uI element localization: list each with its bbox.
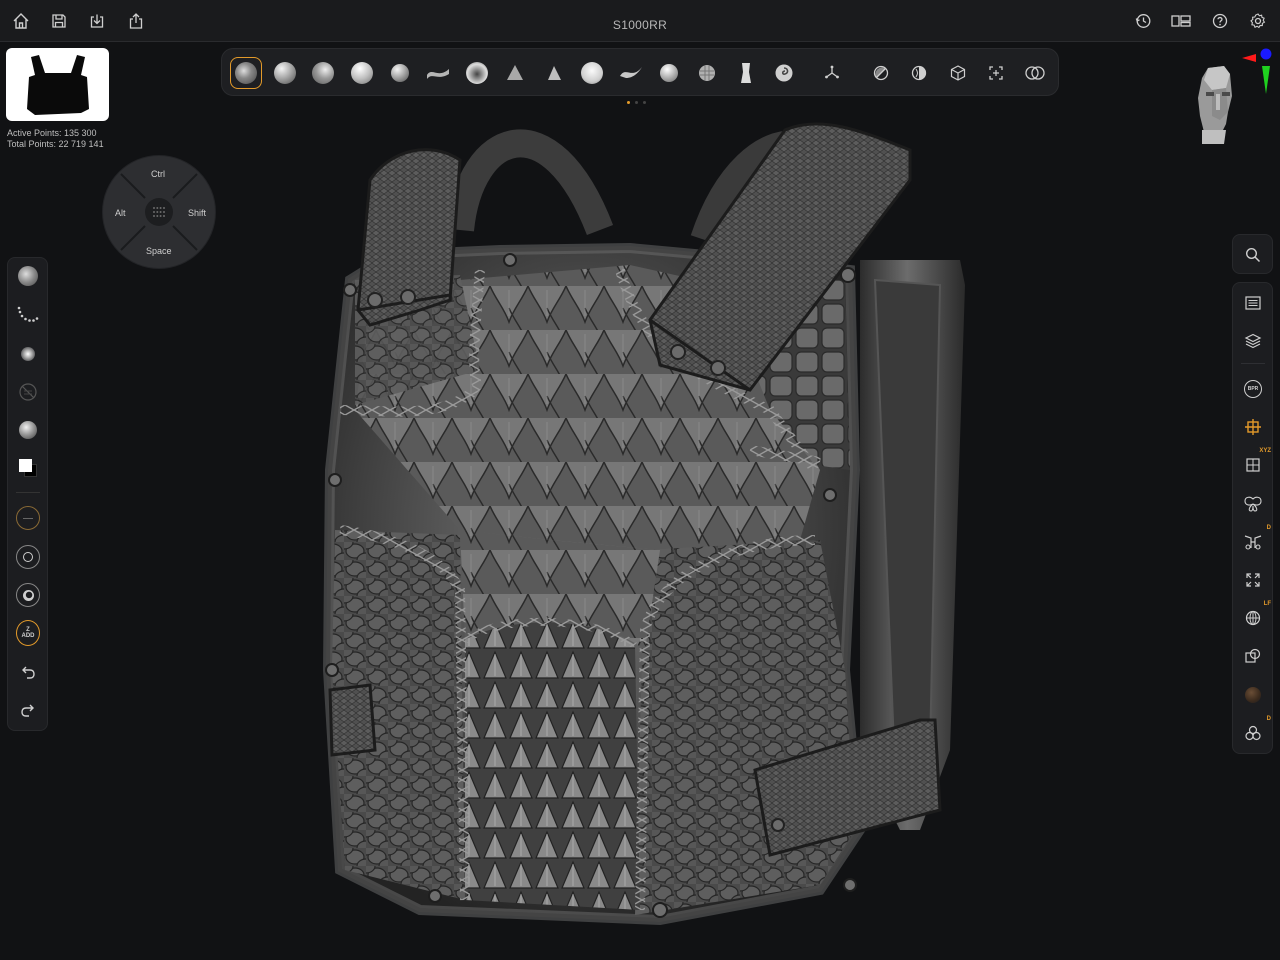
flatten-brush[interactable] (576, 57, 608, 89)
ctrl-key[interactable]: Ctrl (151, 169, 165, 179)
mask-pen-brush[interactable] (730, 57, 762, 89)
total-points: Total Points: 22 719 141 (7, 139, 104, 149)
gizmo-icon[interactable] (816, 57, 848, 89)
focal-shift-icon[interactable] (16, 545, 40, 569)
zremesher-icon[interactable] (903, 57, 935, 89)
frame-icon[interactable] (980, 57, 1012, 89)
zadd-icon[interactable]: Z ADD (16, 620, 40, 646)
standard-brush[interactable] (269, 57, 301, 89)
curve-brush[interactable] (768, 57, 800, 89)
hpolish-brush[interactable] (691, 57, 723, 89)
draw-size-icon[interactable] (16, 506, 40, 530)
xyz-badge: XYZ (1259, 448, 1271, 454)
clay-buildup-brush[interactable] (230, 57, 262, 89)
dynamic-symmetry-icon[interactable]: D (1242, 525, 1271, 553)
boolean-icon[interactable] (1019, 57, 1051, 89)
active-points: Active Points: 135 300 (7, 128, 97, 138)
inflate-brush[interactable] (384, 57, 416, 89)
intensity-icon[interactable] (16, 583, 40, 607)
dynamic-badge: D (1266, 525, 1271, 531)
polyframe-badge: D (1266, 716, 1271, 722)
perspective-icon[interactable]: LF (1242, 601, 1271, 629)
help-icon[interactable] (1209, 10, 1231, 32)
vest-silhouette-icon (26, 54, 89, 115)
brush-toolbar (221, 48, 1059, 96)
y-axis-icon (1262, 66, 1270, 94)
subtool-thumbnail[interactable] (6, 48, 109, 121)
dam-standard-brush[interactable] (422, 57, 454, 89)
xyz-symmetry-icon[interactable]: XYZ (1242, 448, 1271, 476)
crease-brush[interactable] (461, 57, 493, 89)
texture-off-icon[interactable] (16, 380, 40, 404)
settings-icon[interactable] (1247, 10, 1269, 32)
floor-icon[interactable] (1242, 684, 1264, 706)
local-icon[interactable] (1242, 645, 1264, 667)
layers-icon[interactable] (1242, 330, 1264, 352)
zadd-label: ADD (21, 633, 35, 639)
bpr-label: BPR (1247, 386, 1259, 392)
pinch-brush[interactable] (499, 57, 531, 89)
color-swatch-icon[interactable] (16, 456, 40, 480)
page-dot (635, 101, 638, 104)
layout-icon[interactable] (1170, 10, 1192, 32)
page-dot (643, 101, 646, 104)
point-stats: Active Points: 135 300 Total Points: 22 … (7, 128, 104, 150)
modifier-wheel: Ctrl Alt Shift Space (103, 156, 215, 268)
mirror-icon[interactable] (1242, 493, 1264, 515)
top-bar: S1000RR (0, 0, 1280, 42)
panel-divider (1241, 363, 1265, 364)
trim-dynamic-brush[interactable] (538, 57, 570, 89)
left-tool-column: Z ADD (7, 257, 48, 731)
perspective-badge: LF (1263, 601, 1271, 607)
smooth-brush[interactable] (346, 57, 378, 89)
space-key[interactable]: Space (146, 246, 172, 256)
brush-page-indicator[interactable] (627, 101, 646, 104)
history-icon[interactable] (1132, 10, 1154, 32)
transform-icon[interactable] (1242, 416, 1264, 438)
armor-vest-model (322, 122, 965, 926)
shift-key[interactable]: Shift (188, 208, 206, 218)
bpr-icon[interactable]: BPR (1242, 378, 1264, 400)
fit-view-icon[interactable] (1242, 569, 1264, 591)
tool-divider (16, 492, 40, 493)
right-tool-column: BPR XYZ D LF D (1232, 282, 1273, 754)
material-icon[interactable] (16, 418, 40, 442)
alpha-icon[interactable] (16, 342, 40, 366)
undo-icon[interactable] (16, 660, 40, 684)
document-title: S1000RR (612, 18, 668, 32)
page-dot (627, 101, 630, 104)
polyframe-icon[interactable]: D (1242, 716, 1271, 744)
wheel-center-grip[interactable] (145, 198, 173, 226)
brush-icon[interactable] (16, 264, 40, 288)
viewport-canvas[interactable] (300, 110, 980, 930)
dynamesh-icon[interactable] (865, 57, 897, 89)
search-icon[interactable] (1242, 244, 1264, 266)
move-brush[interactable] (307, 57, 339, 89)
search-panel (1232, 234, 1273, 274)
view-navigation-gizmo[interactable] (1190, 44, 1280, 148)
polish-brush[interactable] (653, 57, 685, 89)
snakehook-brush[interactable] (615, 57, 647, 89)
primitive-icon[interactable] (942, 57, 974, 89)
grip-dots-icon (153, 207, 165, 217)
redo-icon[interactable] (16, 698, 40, 722)
subtool-list-icon[interactable] (1242, 292, 1264, 314)
x-axis-icon (1242, 54, 1256, 62)
z-axis-icon (1260, 48, 1272, 60)
alt-key[interactable]: Alt (115, 208, 126, 218)
stroke-icon[interactable] (16, 303, 40, 327)
